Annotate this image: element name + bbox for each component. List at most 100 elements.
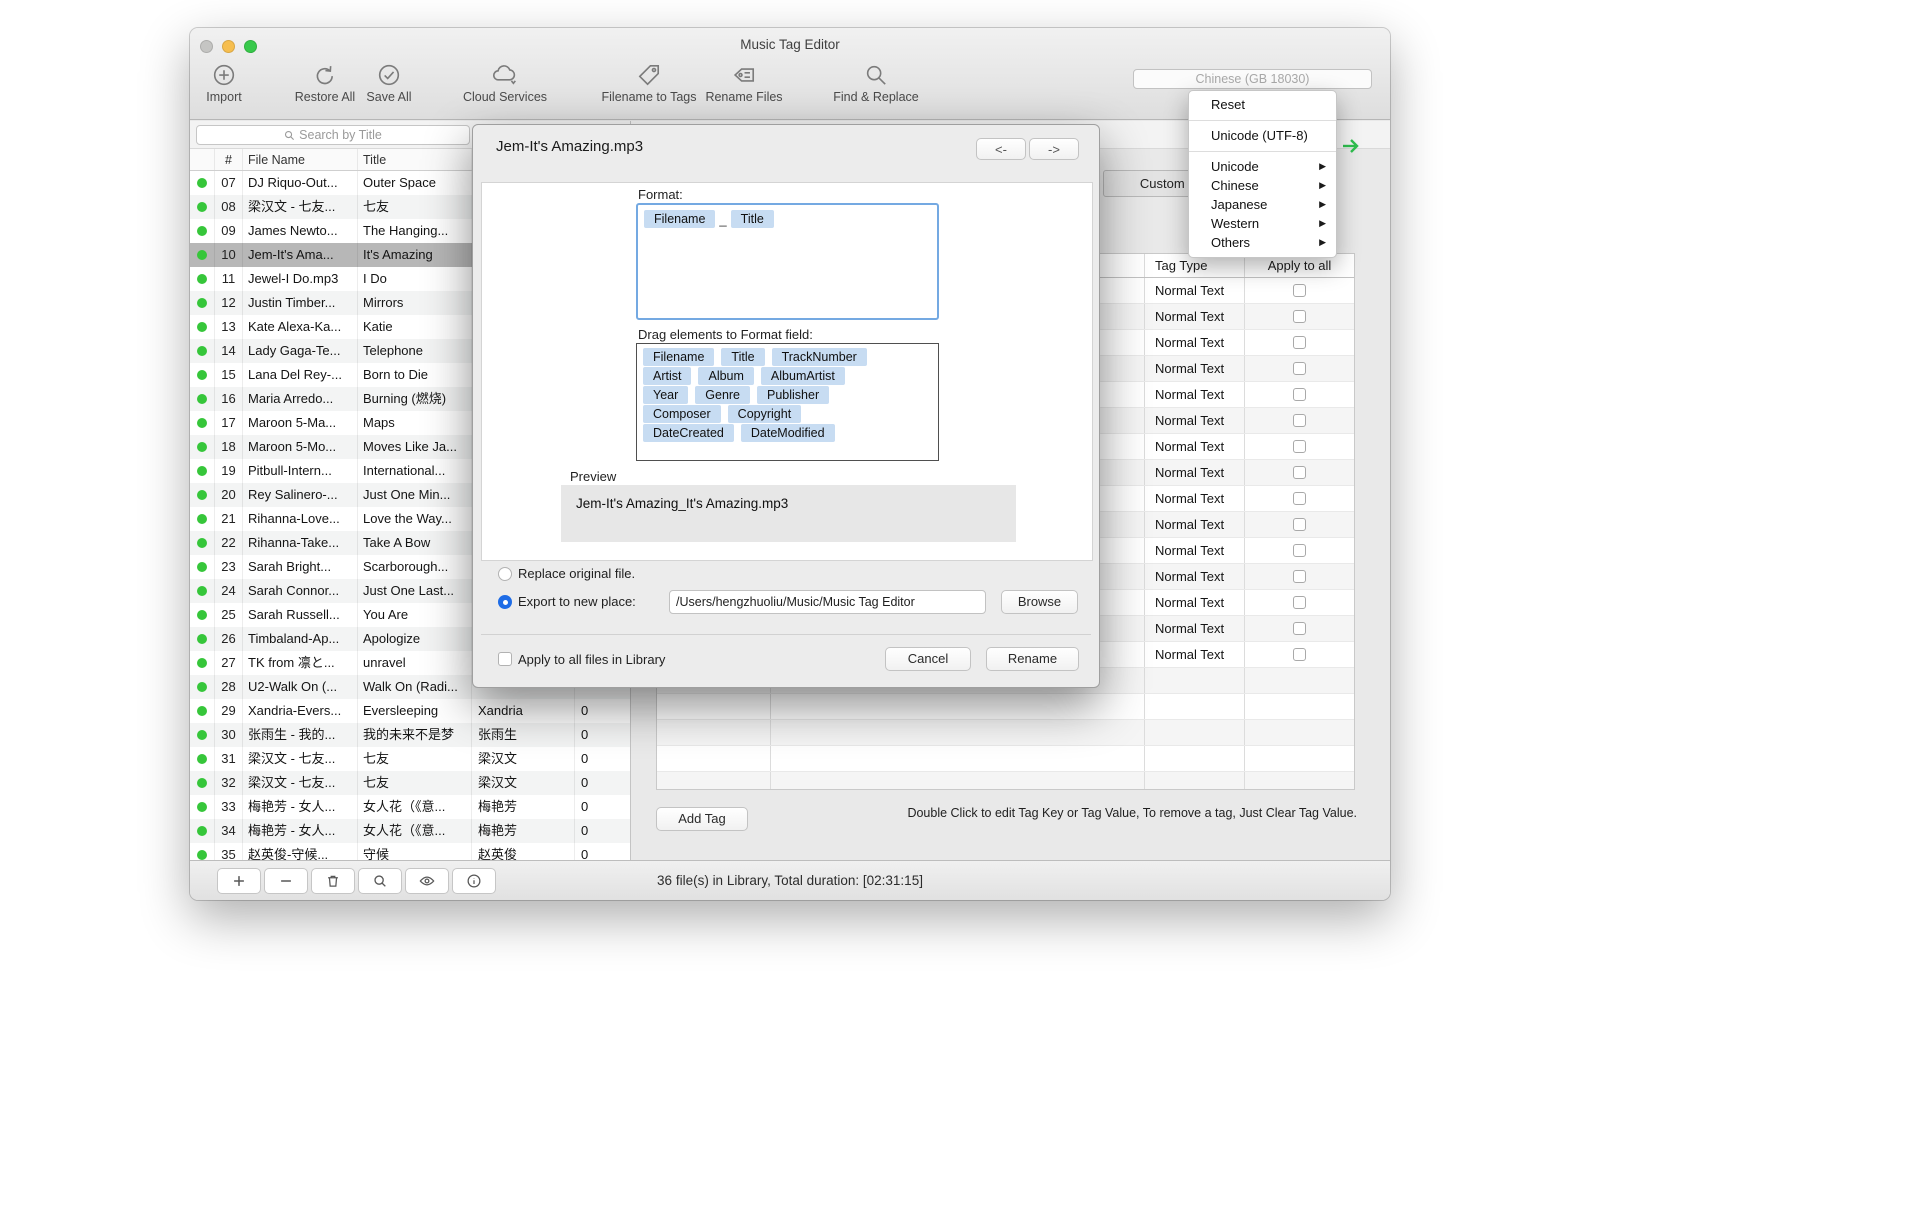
apply-to-all-checkbox[interactable] xyxy=(1293,440,1306,453)
menu-item-unicode[interactable]: Unicode▶ xyxy=(1189,157,1336,176)
format-token[interactable]: Title xyxy=(731,210,774,228)
element-token-datecreated[interactable]: DateCreated xyxy=(643,424,734,442)
element-token-tracknumber[interactable]: TrackNumber xyxy=(772,348,867,366)
element-token-copyright[interactable]: Copyright xyxy=(728,405,802,423)
row-number-cell: 25 xyxy=(215,603,243,627)
menu-item-reset[interactable]: Reset xyxy=(1189,95,1336,115)
green-status-dot-icon xyxy=(197,538,207,548)
row-number-cell: 24 xyxy=(215,579,243,603)
menu-item-japanese[interactable]: Japanese▶ xyxy=(1189,195,1336,214)
green-status-dot-icon xyxy=(197,442,207,452)
status-column-header[interactable] xyxy=(190,149,215,170)
delete-file-button[interactable] xyxy=(311,868,355,894)
remove-file-button[interactable] xyxy=(264,868,308,894)
menu-item-others[interactable]: Others▶ xyxy=(1189,233,1336,252)
search-files-button[interactable] xyxy=(358,868,402,894)
rename-button[interactable]: Rename xyxy=(986,647,1079,671)
add-tag-button[interactable]: Add Tag xyxy=(656,807,748,831)
next-file-button[interactable]: -> xyxy=(1029,138,1079,160)
apply-to-all-checkbox[interactable] xyxy=(1293,570,1306,583)
apply-to-all-checkbox[interactable] xyxy=(1293,414,1306,427)
element-token-genre[interactable]: Genre xyxy=(695,386,750,404)
element-token-publisher[interactable]: Publisher xyxy=(757,386,829,404)
apply-all-files-checkbox[interactable] xyxy=(498,652,512,666)
format-token[interactable]: Filename xyxy=(644,210,715,228)
element-row: DateCreated DateModified xyxy=(643,424,932,442)
apply-to-all-checkbox[interactable] xyxy=(1293,622,1306,635)
apply-to-all-cell xyxy=(1245,772,1354,790)
apply-to-all-checkbox[interactable] xyxy=(1293,310,1306,323)
save-all-button[interactable]: Save All xyxy=(324,62,454,104)
title-cell: The Hanging... xyxy=(358,219,472,243)
library-row[interactable]: 35赵英俊-守候...守候赵英俊0 xyxy=(190,843,630,860)
convert-encoding-button[interactable] xyxy=(1337,134,1365,158)
element-token-filename[interactable]: Filename xyxy=(643,348,714,366)
cloud-services-button[interactable]: Cloud Services xyxy=(440,62,570,104)
apply-to-all-checkbox[interactable] xyxy=(1293,518,1306,531)
add-file-button[interactable] xyxy=(217,868,261,894)
apply-to-all-checkbox[interactable] xyxy=(1293,336,1306,349)
tag-row-empty[interactable] xyxy=(657,720,1354,746)
apply-to-all-checkbox[interactable] xyxy=(1293,596,1306,609)
info-button[interactable] xyxy=(452,868,496,894)
format-elements-box: Filename Title TrackNumber Artist Album Album… xyxy=(636,343,939,461)
apply-to-all-checkbox[interactable] xyxy=(1293,466,1306,479)
library-row[interactable]: 34梅艳芳 - 女人...女人花（《意...梅艳芳0 xyxy=(190,819,630,843)
encoding-field[interactable]: Chinese (GB 18030) xyxy=(1133,69,1372,89)
title-cell: Outer Space xyxy=(358,171,472,195)
status-dot-cell xyxy=(190,627,215,651)
status-dot-cell xyxy=(190,603,215,627)
find-replace-button[interactable]: Find & Replace xyxy=(811,62,941,104)
previous-file-button[interactable]: <- xyxy=(976,138,1026,160)
element-token-albumartist[interactable]: AlbumArtist xyxy=(761,367,845,385)
library-row[interactable]: 33梅艳芳 - 女人...女人花（《意...梅艳芳0 xyxy=(190,795,630,819)
cancel-button[interactable]: Cancel xyxy=(885,647,971,671)
menu-item-unicode-utf-8[interactable]: Unicode (UTF-8) xyxy=(1189,126,1336,146)
menu-item-western[interactable]: Western▶ xyxy=(1189,214,1336,233)
tag-row-empty[interactable] xyxy=(657,772,1354,790)
tag-type-cell: Normal Text xyxy=(1145,538,1245,563)
apply-to-all-checkbox[interactable] xyxy=(1293,362,1306,375)
element-token-title[interactable]: Title xyxy=(721,348,764,366)
submenu-arrow-icon: ▶ xyxy=(1319,233,1326,252)
rename-files-button[interactable]: Rename Files xyxy=(679,62,809,104)
info-icon xyxy=(466,873,482,889)
apply-to-all-cell xyxy=(1245,356,1354,381)
status-dot-cell xyxy=(190,219,215,243)
menu-item-chinese[interactable]: Chinese▶ xyxy=(1189,176,1336,195)
replace-original-radio[interactable] xyxy=(498,567,512,581)
file-name-cell: Rihanna-Take... xyxy=(243,531,358,555)
file-name-column-header[interactable]: File Name xyxy=(243,149,358,170)
num-column-header[interactable]: # xyxy=(215,149,243,170)
library-row[interactable]: 32梁汉文 - 七友...七友梁汉文0 xyxy=(190,771,630,795)
title-column-header[interactable]: Title xyxy=(358,149,472,170)
apply-to-all-checkbox[interactable] xyxy=(1293,648,1306,661)
element-token-artist[interactable]: Artist xyxy=(643,367,691,385)
apply-to-all-checkbox[interactable] xyxy=(1293,388,1306,401)
search-input[interactable]: Search by Title xyxy=(196,125,470,145)
apply-to-all-cell xyxy=(1245,668,1354,693)
library-row[interactable]: 30张雨生 - 我的...我的未来不是梦张雨生0 xyxy=(190,723,630,747)
export-new-place-radio[interactable] xyxy=(498,595,512,609)
browse-button[interactable]: Browse xyxy=(1001,590,1078,614)
tag-row-empty[interactable] xyxy=(657,694,1354,720)
apply-to-all-checkbox[interactable] xyxy=(1293,492,1306,505)
preview-button[interactable] xyxy=(405,868,449,894)
apply-to-all-cell xyxy=(1245,720,1354,745)
status-dot-cell xyxy=(190,459,215,483)
apply-to-all-checkbox[interactable] xyxy=(1293,284,1306,297)
apply-to-all-cell xyxy=(1245,330,1354,355)
file-name-cell: Jem-It's Ama... xyxy=(243,243,358,267)
export-path-input[interactable] xyxy=(669,590,986,614)
library-row[interactable]: 31梁汉文 - 七友...七友梁汉文0 xyxy=(190,747,630,771)
tag-row-empty[interactable] xyxy=(657,746,1354,772)
element-token-composer[interactable]: Composer xyxy=(643,405,721,423)
element-token-album[interactable]: Album xyxy=(698,367,753,385)
element-token-year[interactable]: Year xyxy=(643,386,688,404)
library-row[interactable]: 29Xandria-Evers...EversleepingXandria0 xyxy=(190,699,630,723)
format-field[interactable]: Filename_Title xyxy=(636,203,939,320)
tag-type-cell: Normal Text xyxy=(1145,564,1245,589)
apply-to-all-checkbox[interactable] xyxy=(1293,544,1306,557)
title-cell: unravel xyxy=(358,651,472,675)
element-token-datemodified[interactable]: DateModified xyxy=(741,424,835,442)
